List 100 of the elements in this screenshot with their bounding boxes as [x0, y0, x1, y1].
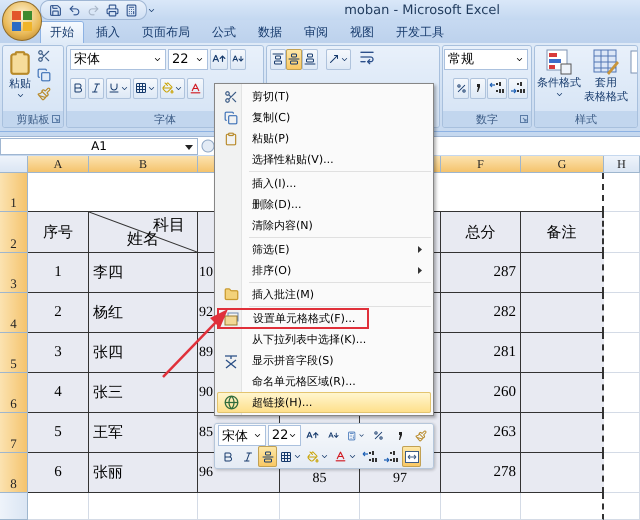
wrap-text-icon[interactable] [359, 48, 375, 65]
table-cell: 282 [441, 293, 521, 333]
table-cell: 张四 [89, 333, 198, 373]
row-header[interactable]: 3 [0, 253, 28, 293]
underline-button[interactable] [106, 78, 131, 99]
ribbon-tab[interactable]: 页面布局 [132, 20, 200, 43]
table-cell: 杨红 [89, 293, 198, 333]
dialog-launcher-icon[interactable] [520, 115, 528, 124]
format-painter-icon[interactable] [37, 86, 51, 101]
decrease-decimal-button[interactable] [508, 78, 528, 99]
calculator-icon[interactable] [125, 4, 138, 16]
phonetic-icon [223, 352, 239, 368]
font-size-field[interactable]: 22 [168, 48, 208, 70]
dialog-launcher-icon[interactable] [52, 115, 60, 124]
caret-icon [293, 452, 302, 461]
table-cell: 李四 [89, 253, 198, 293]
menu-item[interactable]: 设置单元格格式(F)... [217, 308, 369, 329]
row-header[interactable]: 6 [0, 373, 28, 413]
ribbon-tab[interactable]: 审阅 [294, 20, 338, 43]
bold-button[interactable] [70, 78, 86, 99]
office-logo-icon [11, 10, 33, 32]
row-header[interactable]: 1 [0, 173, 28, 212]
column-header[interactable]: B [89, 156, 198, 173]
conditional-format-icon [546, 48, 572, 75]
menu-item[interactable]: 剪切(T) [217, 86, 431, 107]
clipboard-icon [224, 132, 238, 146]
center-button[interactable] [258, 446, 277, 467]
menu-item[interactable]: 插入(I)... [217, 173, 431, 194]
save-icon[interactable] [49, 4, 62, 16]
copy-icon[interactable] [37, 68, 51, 82]
menu-item[interactable]: 超链接(H)... [217, 392, 431, 413]
italic-button[interactable] [88, 78, 104, 99]
comma-style-icon [475, 83, 481, 94]
row-header[interactable]: 4 [0, 293, 28, 333]
number-format-field[interactable]: 常规 [444, 48, 528, 70]
table-cell [604, 373, 640, 413]
menu-item[interactable]: 清除内容(N) [217, 215, 431, 236]
column-header[interactable]: G [521, 156, 604, 173]
border-icon [280, 450, 292, 462]
border-button[interactable] [133, 78, 158, 99]
ribbon-tab[interactable]: 插入 [86, 20, 130, 43]
group-label: 数字 [443, 111, 531, 128]
ribbon-tab[interactable]: 开始 [40, 20, 84, 43]
column-header[interactable]: F [441, 156, 521, 173]
font-name-field[interactable]: 宋体 [218, 425, 266, 446]
fill-color-button[interactable] [160, 78, 185, 99]
table-format-button[interactable]: 套用 表格格式 [583, 48, 629, 110]
ribbon-tab[interactable]: 开发工具 [386, 20, 454, 43]
table-cell: 张丽 [89, 453, 198, 493]
menu-item[interactable]: 删除(D)... [217, 194, 431, 215]
print-preview-icon[interactable] [106, 4, 119, 16]
border-icon [135, 82, 147, 94]
grow-font-button[interactable] [210, 48, 228, 70]
cell-styles-icon[interactable] [630, 50, 637, 76]
bottom-align-button[interactable] [302, 48, 318, 70]
scissors-icon[interactable] [37, 48, 51, 63]
window-title: moban - Microsoft Excel [344, 2, 500, 18]
middle-align-button[interactable] [286, 48, 302, 70]
row-header[interactable]: 8 [0, 453, 28, 493]
shrink-font-button[interactable] [230, 48, 246, 70]
orientation-icon [328, 53, 340, 66]
table-cell: 278 [441, 453, 521, 493]
function-button-icon[interactable] [201, 139, 215, 154]
table-cell-text: 科目 [153, 216, 185, 234]
font-color-button[interactable] [187, 78, 204, 99]
table-cell: 281 [441, 333, 521, 373]
ribbon-tab[interactable]: 公式 [202, 20, 246, 43]
bottom-align-icon [304, 53, 316, 66]
menu-item[interactable]: 选择性粘贴(V)... [217, 149, 431, 170]
name-box[interactable]: A1 [0, 138, 198, 155]
column-header[interactable]: H [604, 156, 640, 173]
comma-style-button[interactable] [470, 78, 486, 99]
table-cell: 4 [28, 373, 89, 413]
top-align-button[interactable] [270, 48, 286, 70]
menu-item[interactable]: 粘贴(P) [217, 128, 431, 149]
paste-button[interactable]: 粘贴 [6, 48, 34, 108]
conditional-format-button[interactable]: 条件格式 [536, 48, 582, 110]
table-cell: 3 [28, 333, 89, 373]
row-header[interactable]: 5 [0, 333, 28, 373]
group-label: 样式 [535, 111, 637, 128]
merge-cells-icon [404, 450, 418, 462]
submenu-arrow-icon [418, 267, 422, 274]
caret-icon [288, 431, 298, 440]
column-header[interactable]: A [28, 156, 89, 173]
font-size-field[interactable]: 22 [268, 425, 302, 446]
font-name-field[interactable]: 宋体 [70, 48, 166, 70]
orientation-button[interactable] [326, 48, 351, 70]
row-header[interactable]: 2 [0, 212, 28, 253]
increase-decimal-button[interactable] [487, 78, 507, 99]
merge-center-button[interactable] [402, 446, 421, 467]
paint-bucket-icon [162, 82, 174, 94]
ribbon-tab[interactable]: 数据 [248, 20, 292, 43]
middle-align-icon [288, 53, 300, 66]
undo-icon[interactable] [68, 4, 81, 16]
table-cell: 备注 [521, 212, 604, 253]
copy-icon [224, 110, 238, 124]
ribbon-tab[interactable]: 视图 [340, 20, 384, 43]
row-header[interactable]: 7 [0, 413, 28, 453]
bold-icon [222, 450, 234, 462]
percent-button[interactable] [453, 78, 469, 99]
